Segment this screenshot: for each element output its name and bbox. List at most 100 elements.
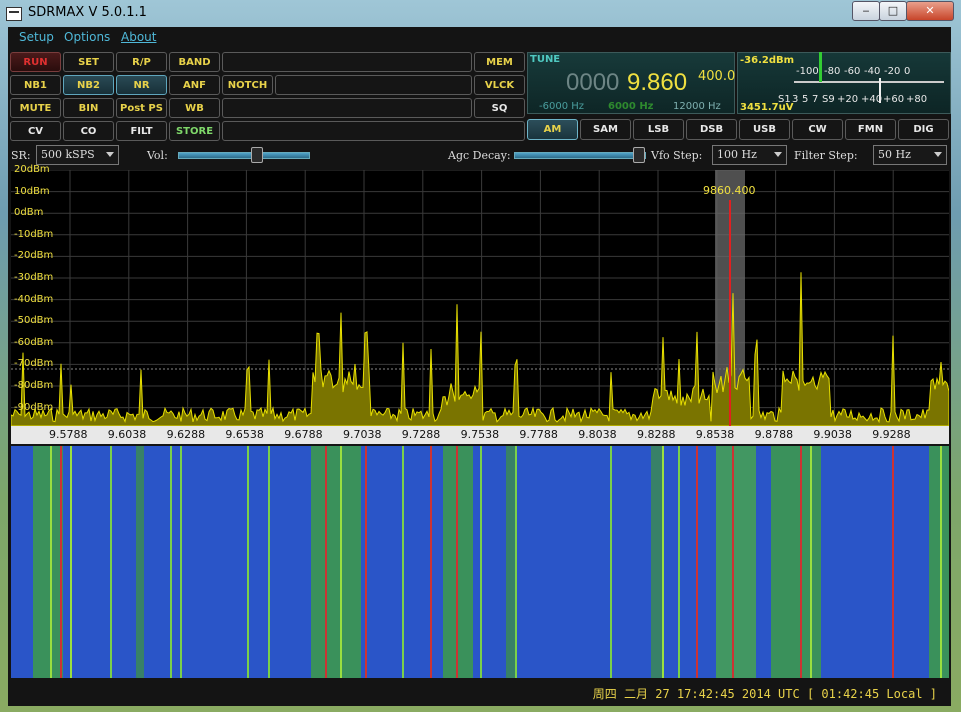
db-tick-label: -40dBm (14, 293, 54, 305)
notch-button[interactable]: NOTCH (222, 75, 273, 95)
row1-display-bar (222, 52, 472, 72)
filter-width: 12000 Hz (673, 101, 721, 112)
store-button[interactable]: STORE (169, 121, 220, 141)
mode-dig-button[interactable]: DIG (898, 119, 949, 140)
smeter-top-tick: -60 (844, 66, 861, 77)
smeter-level: -36.2dBm (740, 55, 795, 66)
vol-slider-track[interactable] (178, 152, 310, 159)
db-tick-label: -60dBm (14, 336, 54, 348)
close-button[interactable]: ✕ (906, 1, 954, 21)
freq-tick-label: 9.8038 (578, 428, 617, 441)
menu-about[interactable]: About (121, 30, 156, 44)
app-icon (6, 7, 22, 21)
frequency-axis: 9.5788 9.6038 9.6288 9.6538 9.6788 9.7038 9.72… (11, 426, 949, 444)
bin-button[interactable]: BIN (63, 98, 114, 118)
sr-select[interactable]: 500 kSPS (36, 145, 119, 165)
freq-tick-label: 9.7538 (460, 428, 500, 441)
tune-display: TUNE 0000 9.860 400.0 -6000 Hz 6000 Hz 1… (527, 52, 735, 114)
freq-main: 9.860 (627, 69, 688, 96)
waterfall-display[interactable] (11, 446, 949, 678)
vlck-button[interactable]: VLCK (474, 75, 525, 95)
mem-button[interactable]: MEM (474, 52, 525, 72)
smeter-bottom-tick: +20 (837, 94, 859, 105)
db-tick-label: -90dBm (14, 401, 54, 413)
freq-tick-label: 9.7288 (401, 428, 441, 441)
db-tick-label: -50dBm (14, 315, 54, 327)
menu-options[interactable]: Options (64, 30, 110, 44)
spectrum-display[interactable]: 20dBm 10dBm 0dBm -10dBm -20dBm -30dBm -40dBm -5… (11, 164, 949, 426)
sq-button[interactable]: SQ (474, 98, 525, 118)
co-button[interactable]: CO (63, 121, 114, 141)
smeter-bottom-tick: 7 (812, 94, 819, 105)
mode-fmn-button[interactable]: FMN (845, 119, 896, 140)
mode-sam-button[interactable]: SAM (580, 119, 631, 140)
filt-button[interactable]: FILT (116, 121, 167, 141)
set-button[interactable]: SET (63, 52, 114, 72)
nb1-button[interactable]: NB1 (10, 75, 61, 95)
mode-dsb-button[interactable]: DSB (686, 119, 737, 140)
marker-freq-label: 9860.400 (703, 184, 756, 197)
db-tick-label: -30dBm (14, 272, 54, 283)
freq-sub: 400.0 (698, 69, 736, 84)
smeter-top-tick: -80 (824, 66, 841, 77)
window-frame: SDRMAX V 5.0.1.1 ‒ □ ✕ Setup Options Abo… (0, 0, 961, 712)
filter-step-select[interactable]: 50 Hz (873, 145, 947, 165)
nb2-button[interactable]: NB2 (63, 75, 114, 95)
wb-button[interactable]: WB (169, 98, 220, 118)
smeter-top-tick: 0 (904, 66, 911, 77)
vfo-step-label: Vfo Step: (651, 149, 703, 162)
smeter-bottom-tick: 5 (802, 94, 809, 105)
band-button[interactable]: BAND (169, 52, 220, 72)
sr-value: 500 kSPS (41, 148, 95, 161)
filter-step-label: Filter Step: (794, 149, 858, 162)
filter-step-value: 50 Hz (878, 148, 911, 161)
s-meter: -36.2dBm 3451.7uV -100 -80 -60 -40 -20 0 S1 3 5… (737, 52, 951, 114)
freq-tick-label: 9.6788 (284, 428, 323, 441)
smeter-top-tick: -100 (796, 66, 819, 77)
smeter-bottom-tick: +60 (883, 94, 905, 105)
freq-tick-label: 9.8538 (695, 428, 735, 441)
post-ps-button[interactable]: Post PS (116, 98, 167, 118)
mode-usb-button[interactable]: USB (739, 119, 790, 140)
db-tick-label: 10dBm (14, 185, 50, 197)
db-tick-label: -80dBm (14, 380, 54, 391)
db-tick-label: -10dBm (14, 228, 54, 240)
maximize-button[interactable]: □ (879, 1, 907, 21)
menu-setup[interactable]: Setup (19, 30, 54, 44)
anf-button[interactable]: ANF (169, 75, 220, 95)
sr-label: SR: (11, 149, 31, 162)
waterfall-band (771, 446, 821, 678)
minimize-button[interactable]: ‒ (852, 1, 880, 21)
rp-button[interactable]: R/P (116, 52, 167, 72)
spectrum-trace (11, 272, 949, 426)
run-button[interactable]: RUN (10, 52, 61, 72)
agc-slider-track[interactable] (514, 152, 646, 159)
smeter-top-tick: -20 (884, 66, 901, 77)
freq-tick-label: 9.7038 (343, 428, 382, 441)
db-tick-label: 20dBm (14, 164, 50, 175)
mode-cw-button[interactable]: CW (792, 119, 843, 140)
filter-high: 6000 Hz (608, 101, 654, 112)
mode-lsb-button[interactable]: LSB (633, 119, 684, 140)
db-tick-label: -20dBm (14, 250, 54, 262)
smeter-bottom-tick: S9 (822, 94, 835, 105)
mute-button[interactable]: MUTE (10, 98, 61, 118)
mode-am-button[interactable]: AM (527, 119, 578, 140)
vfo-step-select[interactable]: 100 Hz (712, 145, 787, 165)
row3-display-bar (222, 98, 472, 118)
freq-tick-label: 9.6538 (225, 428, 264, 441)
smeter-bottom-tick: +40 (861, 94, 883, 105)
filter-low: -6000 Hz (539, 101, 585, 112)
smeter-bottom-tick: 3 (792, 94, 799, 105)
waterfall-band (33, 446, 63, 678)
vol-slider-thumb[interactable] (251, 147, 263, 163)
mode-button-row: AM SAM LSB DSB USB CW FMN DIG (527, 119, 951, 141)
nr-button[interactable]: NR (116, 75, 167, 95)
waterfall-band (311, 446, 361, 678)
cv-button[interactable]: CV (10, 121, 61, 141)
vfo-step-value: 100 Hz (717, 148, 757, 161)
chevron-down-icon (934, 152, 942, 157)
agc-slider-thumb[interactable] (632, 147, 645, 163)
smeter-bottom-tick: S1 (778, 94, 791, 105)
window-title: SDRMAX V 5.0.1.1 (28, 5, 147, 20)
